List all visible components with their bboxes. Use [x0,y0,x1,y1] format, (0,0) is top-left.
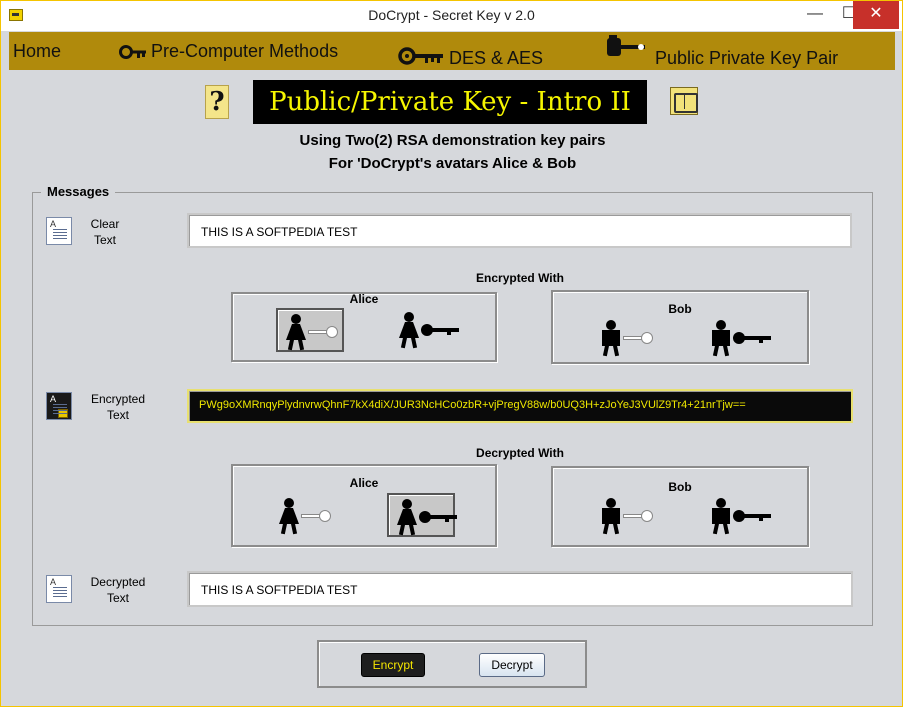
decrypt-button[interactable]: Decrypt [479,653,545,677]
key-icon [398,47,443,65]
male-avatar-icon [599,320,623,357]
male-avatar-icon [599,498,623,535]
clear-text-label: Clear Text [79,216,131,248]
public-key-icon [623,332,657,344]
public-key-icon [301,510,335,522]
encrypt-alice-public-key-button[interactable] [276,308,344,352]
encrypted-text-label: Encrypted Text [83,391,153,423]
decrypt-bob-public-key-button[interactable] [593,494,661,538]
page-title: Public/Private Key - Intro II [253,80,647,124]
encrypted-label-line1: Encrypted [90,392,146,406]
nav-des-aes[interactable]: DES & AES [449,48,543,69]
decrypt-bob-panel: Bob [551,466,809,547]
nav-home[interactable]: Home [13,41,61,62]
encrypt-button[interactable]: Encrypt [361,653,425,677]
encrypted-label-line2: Text [106,408,129,422]
app-window: DoCrypt - Secret Key v 2.0 — ☐ ✕ Home Pr… [0,0,903,707]
encrypt-bob-public-key-button[interactable] [593,316,661,360]
close-button[interactable]: ✕ [853,1,899,29]
encrypt-alice-name: Alice [349,292,379,306]
female-avatar-icon [395,499,419,536]
subtitle-line-2: For 'DoCrypt's avatars Alice & Bob [328,155,577,172]
decrypted-text-field[interactable]: THIS IS A SOFTPEDIA TEST [187,571,853,607]
encrypted-text-field[interactable]: PWg9oXMRnqyPlydnvrwQhnF7kX4diX/JUR3NcHCo… [187,389,853,423]
public-key-icon [308,326,342,338]
private-key-icon [421,324,459,336]
document-icon [46,575,72,603]
encrypt-bob-name: Bob [668,302,692,316]
help-icon[interactable]: ? [205,85,229,119]
encrypt-alice-private-key-button[interactable] [391,308,459,352]
clear-label-line2: Text [93,233,116,247]
encrypt-alice-panel: Alice [231,292,497,362]
private-key-icon [733,332,771,344]
decrypted-with-title: Decrypted With [476,446,564,460]
clear-label-line1: Clear [90,217,120,231]
messages-legend: Messages [41,184,116,199]
public-key-icon [623,510,657,522]
decrypted-label-line2: Text [106,591,129,605]
encrypt-bob-private-key-button[interactable] [703,316,771,360]
title-bar: DoCrypt - Secret Key v 2.0 — ☐ ✕ [1,1,902,31]
clear-text-field[interactable]: THIS IS A SOFTPEDIA TEST [187,213,852,248]
decrypt-alice-panel: Alice [231,464,497,547]
encrypt-bob-panel: Bob [551,290,809,364]
female-avatar-icon [397,312,421,349]
document-icon [46,217,72,245]
encrypted-with-title: Encrypted With [476,271,564,285]
male-avatar-icon [709,320,733,357]
decrypt-alice-public-key-button[interactable] [271,494,339,538]
female-avatar-icon [284,314,308,351]
decrypted-text-label: Decrypted Text [83,574,153,606]
decrypt-bob-private-key-button[interactable] [703,494,771,538]
action-button-group: Encrypt Decrypt [317,640,587,688]
book-icon[interactable] [670,87,698,115]
nav-public-private-key-pair[interactable]: Public Private Key Pair [655,48,838,69]
encrypted-document-icon [46,392,72,420]
private-key-icon [419,511,457,523]
lock-icon [58,409,68,418]
minimize-button[interactable]: — [797,1,833,29]
subtitle-line-1: Using Two(2) RSA demonstration key pairs [299,132,606,149]
decrypted-label-line1: Decrypted [90,575,146,589]
key-icon [119,45,146,59]
private-key-icon [733,510,771,522]
window-title: DoCrypt - Secret Key v 2.0 [368,7,535,23]
decrypt-alice-name: Alice [349,476,379,490]
female-avatar-icon [277,498,301,535]
key-icon [607,35,645,56]
nav-bar: Home Pre-Computer Methods DES & AES Publ… [9,32,895,70]
decrypt-bob-name: Bob [668,480,692,494]
decrypt-alice-private-key-button[interactable] [387,493,457,537]
male-avatar-icon [709,498,733,535]
nav-pre-computer-methods[interactable]: Pre-Computer Methods [151,41,338,62]
